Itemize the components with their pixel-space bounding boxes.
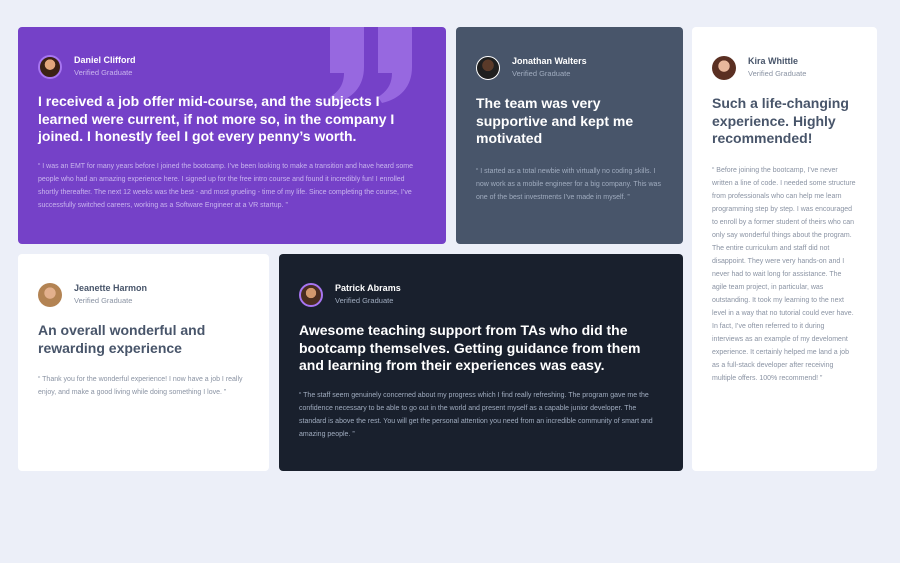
- avatar: [299, 282, 323, 307]
- testimonial-card-patrick: Patrick Abrams Verified Graduate Awesome…: [279, 254, 683, 471]
- avatar: [476, 55, 500, 80]
- testimonial-quote: “ The staff seem genuinely concerned abo…: [299, 391, 653, 438]
- testimonial-card-jeanette: Jeanette Harmon Verified Graduate An ove…: [18, 254, 269, 471]
- testimonial-headline: Such a life-changing experience. Highly …: [712, 95, 849, 146]
- person-name: Patrick Abrams: [335, 283, 401, 293]
- person-role: Verified Graduate: [74, 296, 133, 305]
- person-role: Verified Graduate: [74, 68, 133, 77]
- avatar: [712, 55, 736, 80]
- testimonial-headline: The team was very supportive and kept me…: [476, 95, 634, 146]
- person-role: Verified Graduate: [512, 69, 571, 78]
- person-role: Verified Graduate: [335, 296, 394, 305]
- person-name: Kira Whittle: [748, 56, 799, 66]
- person-name: Jeanette Harmon: [74, 283, 148, 293]
- testimonial-quote: “ Before joining the bootcamp, I’ve neve…: [712, 166, 856, 382]
- testimonial-card-jonathan: Jonathan Walters Verified Graduate The t…: [456, 27, 683, 244]
- avatar: [38, 282, 62, 307]
- testimonial-headline: An overall wonderful and rewarding exper…: [38, 322, 206, 356]
- testimonial-card-daniel: Daniel Clifford Verified Graduate I rece…: [18, 27, 446, 244]
- testimonial-headline: Awesome teaching support from TAs who di…: [299, 322, 641, 373]
- testimonial-quote: “ I started as a total newbie with virtu…: [476, 167, 661, 201]
- person-name: Jonathan Walters: [512, 56, 587, 66]
- person-role: Verified Graduate: [748, 69, 807, 78]
- person-info: Patrick Abrams Verified Graduate: [299, 282, 663, 307]
- person-name: Daniel Clifford: [74, 55, 136, 65]
- person-info: Jeanette Harmon Verified Graduate: [38, 282, 249, 307]
- testimonial-quote: “ Thank you for the wonderful experience…: [38, 376, 243, 396]
- testimonial-headline: I received a job offer mid-course, and t…: [38, 93, 395, 144]
- testimonial-card-kira: Kira Whittle Verified Graduate Such a li…: [692, 27, 877, 471]
- testimonial-quote: “ I was an EMT for many years before I j…: [38, 162, 413, 209]
- avatar: [38, 54, 62, 79]
- person-info: Kira Whittle Verified Graduate: [712, 55, 857, 80]
- person-info: Daniel Clifford Verified Graduate: [38, 54, 426, 79]
- person-info: Jonathan Walters Verified Graduate: [476, 55, 663, 80]
